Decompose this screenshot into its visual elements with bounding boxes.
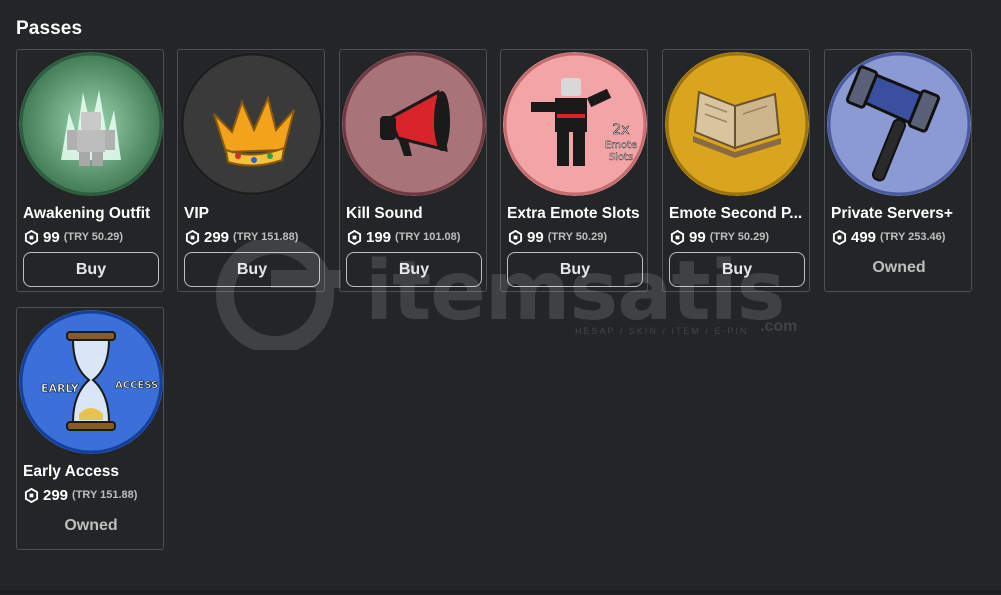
- pass-thumbnail[interactable]: 2x Emote Slots: [503, 52, 647, 196]
- pass-card-private-servers-plus[interactable]: Private Servers+ 499 (TRY 253.46) Owned: [824, 49, 972, 292]
- pass-name: VIP: [184, 205, 209, 222]
- pass-card-extra-emote-slots[interactable]: 2x Emote Slots Extra Emote Slots 99 (TRY…: [500, 49, 648, 292]
- pass-card-early-access[interactable]: EARLY ACCESS Early Access 299 (TRY 151.8…: [16, 307, 164, 550]
- price-robux: 99: [689, 228, 706, 246]
- watermark-suffix: .com: [760, 318, 798, 335]
- owned-label: Owned: [64, 517, 118, 534]
- pass-thumbnail[interactable]: EARLY ACCESS: [19, 310, 163, 454]
- robux-icon: [347, 229, 362, 245]
- pass-card-emote-second-page[interactable]: Emote Second P... 99 (TRY 50.29) Buy: [662, 49, 810, 292]
- price-row: 299 (TRY 151.88): [185, 228, 298, 246]
- art-text-access: ACCESS: [115, 380, 158, 391]
- pass-thumbnail[interactable]: [342, 52, 486, 196]
- pass-card-vip[interactable]: VIP 299 (TRY 151.88) Buy: [177, 49, 325, 292]
- robux-icon: [508, 229, 523, 245]
- price-local: (TRY 50.29): [709, 231, 769, 243]
- price-row: 199 (TRY 101.08): [347, 228, 460, 246]
- price-local: (TRY 101.08): [395, 231, 461, 243]
- price-local: (TRY 151.88): [233, 231, 299, 243]
- hourglass-icon: EARLY ACCESS: [19, 310, 163, 454]
- robux-icon: [24, 229, 39, 245]
- svg-text:Emote: Emote: [605, 140, 637, 151]
- robux-icon: [24, 487, 39, 503]
- open-book-icon: [665, 52, 809, 196]
- pass-thumbnail[interactable]: [180, 52, 324, 196]
- awakening-figure-icon: [19, 52, 163, 196]
- pass-thumbnail[interactable]: [665, 52, 809, 196]
- watermark-subtitle: HESAP / SKIN / ITEM / E-PIN: [575, 326, 749, 336]
- price-local: (TRY 50.29): [547, 231, 607, 243]
- price-row: 299 (TRY 151.88): [24, 486, 137, 504]
- price-robux: 199: [366, 228, 392, 246]
- svg-text:2x: 2x: [612, 122, 629, 138]
- dancing-avatar-icon: 2x Emote Slots: [503, 52, 647, 196]
- section-title: Passes: [16, 18, 83, 39]
- art-text-early: EARLY: [41, 382, 80, 395]
- robux-icon: [832, 229, 847, 245]
- page: Passes Awakening Outfit 99 (TRY 50.29) B…: [0, 0, 1001, 594]
- pass-name: Emote Second P...: [669, 205, 803, 222]
- pass-card-awakening-outfit[interactable]: Awakening Outfit 99 (TRY 50.29) Buy: [16, 49, 164, 292]
- buy-button[interactable]: Buy: [669, 252, 805, 287]
- buy-button[interactable]: Buy: [184, 252, 320, 287]
- pass-thumbnail[interactable]: [19, 52, 163, 196]
- robux-icon: [185, 229, 200, 245]
- megaphone-icon: [342, 52, 486, 196]
- pass-name: Awakening Outfit: [23, 205, 151, 222]
- pass-name: Extra Emote Slots: [507, 205, 640, 222]
- price-robux: 299: [204, 228, 230, 246]
- pass-thumbnail[interactable]: [827, 52, 971, 196]
- hammer-icon: [827, 52, 971, 196]
- buy-button[interactable]: Buy: [346, 252, 482, 287]
- price-row: 499 (TRY 253.46): [832, 228, 945, 246]
- price-local: (TRY 151.88): [72, 489, 138, 501]
- buy-button[interactable]: Buy: [23, 252, 159, 287]
- price-local: (TRY 50.29): [63, 231, 123, 243]
- crown-icon: [180, 52, 324, 196]
- buy-button[interactable]: Buy: [507, 252, 643, 287]
- price-row: 99 (TRY 50.29): [508, 228, 607, 246]
- svg-text:Slots: Slots: [609, 152, 633, 163]
- robux-icon: [670, 229, 685, 245]
- price-row: 99 (TRY 50.29): [670, 228, 769, 246]
- pass-card-kill-sound[interactable]: Kill Sound 199 (TRY 101.08) Buy: [339, 49, 487, 292]
- pass-name: Private Servers+: [831, 205, 953, 222]
- owned-label: Owned: [872, 259, 926, 276]
- price-robux: 99: [527, 228, 544, 246]
- pass-name: Early Access: [23, 463, 119, 480]
- price-robux: 499: [851, 228, 877, 246]
- price-row: 99 (TRY 50.29): [24, 228, 123, 246]
- price-robux: 99: [43, 228, 60, 246]
- price-robux: 299: [43, 486, 69, 504]
- price-local: (TRY 253.46): [880, 231, 946, 243]
- pass-name: Kill Sound: [346, 205, 423, 222]
